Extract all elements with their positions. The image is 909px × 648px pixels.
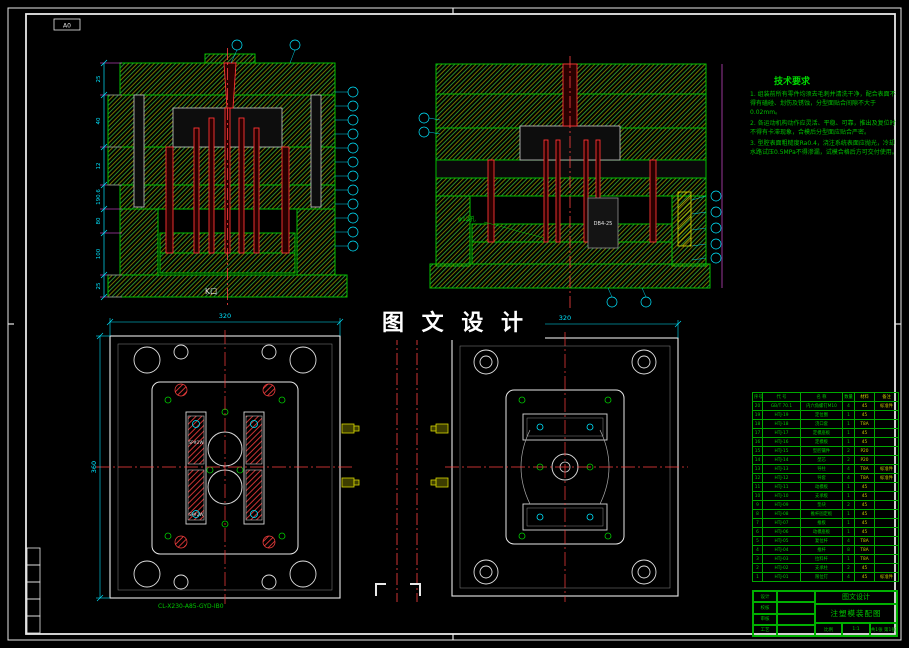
cooling-nipples xyxy=(341,423,360,488)
table-row: 13 HTJ-13 导柱 4 T8A 标准件 xyxy=(752,464,899,474)
locating-ring xyxy=(204,53,256,64)
svg-text:25: 25 xyxy=(96,282,102,289)
dim-height: 360 xyxy=(90,461,98,473)
table-row: 20 GB/T 70.1 内六角螺钉M10 4 45 标准件 xyxy=(752,401,899,411)
spacer-block-left xyxy=(119,208,159,276)
date-stamp-label: DB4-25 xyxy=(594,221,613,227)
view-label-k: K口 xyxy=(205,287,217,296)
dim-width: 320 xyxy=(219,312,231,320)
table-row: 19 HTJ-19 定位圈 1 45 xyxy=(752,410,899,420)
corner-label: A0 xyxy=(63,23,71,30)
table-row: 3 HTJ-03 拉料杆 1 T8A xyxy=(752,554,899,564)
watermark: 图 文 设 计 xyxy=(365,301,545,340)
plan-view-fixed-half: 320 xyxy=(430,314,688,602)
table-row: 9 HTJ-09 垫块 2 45 xyxy=(752,500,899,510)
table-row: 16 HTJ-16 定模板 1 45 xyxy=(752,437,899,447)
section-view-front: 25 40 12 190.6 80 100 25 K口 xyxy=(96,39,359,305)
cooling-nipples xyxy=(430,423,449,488)
sheet-info: 共1张 第1张 xyxy=(869,623,897,636)
table-row: 7 HTJ-07 推板 1 45 xyxy=(752,518,899,528)
cad-drawing-page: { "meta": { "corner_label": "A0", "water… xyxy=(0,0,909,648)
table-row: 6 HTJ-06 动模座板 1 45 xyxy=(752,527,899,537)
scale-label: 比例 xyxy=(815,623,843,636)
designer-label: 设计 xyxy=(753,591,777,603)
dimension-labels: 25 40 12 190.6 80 100 25 xyxy=(96,75,102,289)
drawing-title: 注塑模装配图 xyxy=(815,603,897,624)
section-view-side: DB4-25 φ12孔 xyxy=(418,56,723,308)
table-row: 14 HTJ-14 型芯 2 P20 xyxy=(752,455,899,465)
section-arrow-right xyxy=(410,583,421,596)
table-row: 2 HTJ-02 支承柱 2 45 xyxy=(752,563,899,573)
svg-text:100: 100 xyxy=(96,248,102,259)
table-row: 11 HTJ-11 动模板 1 45 xyxy=(752,482,899,492)
designer-signature xyxy=(777,591,815,603)
section-arrow-left xyxy=(375,583,386,596)
table-row: 8 HTJ-08 推杆固定板 1 45 xyxy=(752,509,899,519)
table-row: 4 HTJ-04 推杆 8 T8A xyxy=(752,545,899,555)
table-row: 1 HTJ-01 限位钉 4 45 标准件 xyxy=(752,572,899,582)
svg-text:25: 25 xyxy=(96,75,102,82)
svg-text:12: 12 xyxy=(96,163,102,170)
tech-requirements: 技术要求 1. 组装前所有零件均须去毛刺并清洗干净，配合表面不得有磕碰、划伤及锈… xyxy=(750,74,898,159)
hole-callout: φ12孔 xyxy=(458,215,476,223)
tech-requirements-list: 1. 组装前所有零件均须去毛刺并清洗干净，配合表面不得有磕碰、划伤及锈蚀，分型面… xyxy=(750,90,898,157)
svg-text:80: 80 xyxy=(96,217,102,224)
table-row: 18 HTJ-18 浇口套 1 T8A xyxy=(752,419,899,429)
craft-label: 工艺 xyxy=(753,624,777,636)
guide-pillar-right xyxy=(310,94,322,208)
checker-signature xyxy=(777,602,815,614)
scale-value: 1:1 xyxy=(842,623,870,636)
approver-signature xyxy=(777,613,815,625)
tech-requirement-line: 3. 型腔表面粗糙度Ra0.4，浇注系统表面应抛光，冷却水路试压0.5MPa不得… xyxy=(750,140,898,156)
table-header-row: 序号代 号名 称数量 材料 备注 xyxy=(752,392,899,402)
section-cut-lines xyxy=(375,333,421,602)
parts-table: 序号代 号名 称数量 材料 备注 20 GB/T 70.1 内六角螺钉M10 4 45 标准件 1… xyxy=(752,392,899,582)
guide-pillar-left xyxy=(133,94,145,208)
slot-label-bottom: SP#2W xyxy=(189,512,204,517)
craft-signature xyxy=(777,624,815,636)
checker-label: 校核 xyxy=(753,602,777,614)
company-name: 图文设计 xyxy=(815,591,897,604)
stripper-plate xyxy=(435,159,707,179)
table-row: 5 HTJ-05 复位杆 4 T8A xyxy=(752,536,899,546)
tech-requirement-line: 2. 各运动机构动作应灵活、平稳、可靠，推出及复位时不得有卡滞现象，合模后分型面… xyxy=(750,120,896,136)
table-row: 12 HTJ-12 导套 4 T8A 标准件 xyxy=(752,473,899,483)
table-row: 17 HTJ-17 定模座板 1 45 xyxy=(752,428,899,438)
tech-requirement-line: 1. 组装前所有零件均须去毛刺并清洗干净，配合表面不得有磕碰、划伤及锈蚀，分型面… xyxy=(750,91,896,116)
tech-requirements-title: 技术要求 xyxy=(774,77,811,87)
title-block: 设计 校核 审核 工艺 图文设计 注塑模装配图 比例 1:1 共1张 第1张 xyxy=(752,590,898,637)
frame-zone-boxes xyxy=(26,547,41,634)
parts-list: 序号代 号名 称数量 材料 备注 20 GB/T 70.1 内六角螺钉M10 4 45 标准件 1… xyxy=(752,392,899,582)
table-row: 10 HTJ-10 支承板 1 45 xyxy=(752,491,899,501)
spacer-block-right xyxy=(296,208,336,276)
approver-label: 审核 xyxy=(753,613,777,625)
slot-label-top: SP#2W xyxy=(189,440,204,445)
svg-text:190.6: 190.6 xyxy=(96,189,102,205)
plan-view-moving-half: SP#2W SP#2W 320 360 CL-X230-A85-GYD-IB0 xyxy=(90,312,360,610)
svg-text:40: 40 xyxy=(96,117,102,124)
support-pillar xyxy=(677,191,692,247)
dim-width: 320 xyxy=(559,314,571,322)
table-row: 15 HTJ-15 型腔镶件 2 P20 xyxy=(752,446,899,456)
drawing-code: CL-X230-A85-GYD-IB0 xyxy=(158,603,224,610)
